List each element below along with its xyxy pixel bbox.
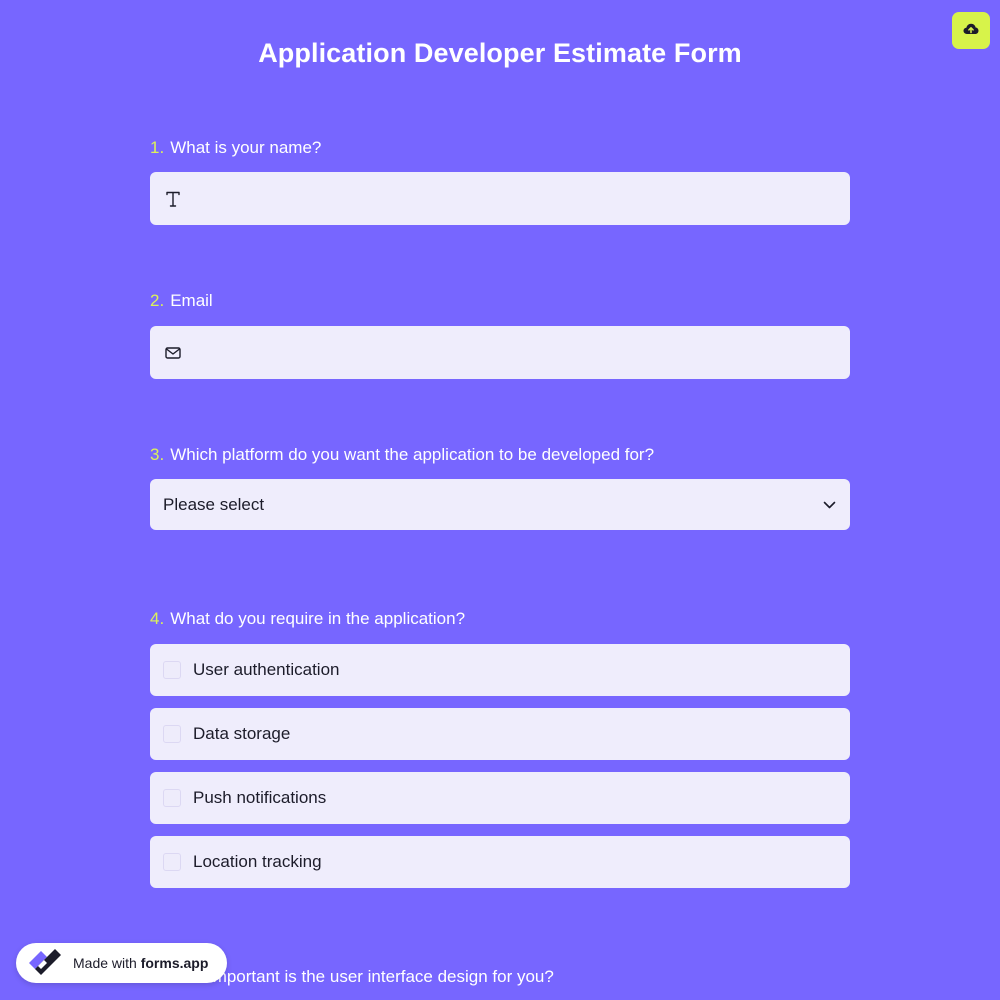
name-field[interactable] <box>150 172 850 225</box>
option-user-authentication[interactable]: User authentication <box>150 644 850 696</box>
checkbox[interactable] <box>163 725 181 743</box>
option-push-notifications[interactable]: Push notifications <box>150 772 850 824</box>
text-icon <box>162 191 184 207</box>
question-label: 3. Which platform do you want the applica… <box>150 444 850 466</box>
question-number: 2. <box>150 291 165 310</box>
question-number: 1. <box>150 138 165 157</box>
option-label: User authentication <box>193 660 340 679</box>
question-text: What do you require in the application? <box>170 609 466 628</box>
question-requirements: 4. What do you require in the application… <box>150 608 850 900</box>
made-with-badge[interactable]: Made with forms.app <box>16 943 227 983</box>
email-field[interactable] <box>150 326 850 379</box>
form-title: Application Developer Estimate Form <box>258 38 742 68</box>
question-text: How important is the user interface desi… <box>170 967 554 986</box>
option-data-storage[interactable]: Data storage <box>150 708 850 760</box>
badge-text: Made with forms.app <box>73 955 208 971</box>
question-label: 4. What do you require in the application… <box>150 608 850 630</box>
mail-icon <box>162 346 184 359</box>
brand-name: forms.app <box>140 955 209 971</box>
checkbox[interactable] <box>163 661 181 679</box>
option-label: Data storage <box>193 724 291 743</box>
cloud-upload-icon <box>963 22 979 40</box>
question-email: 2. Email <box>150 290 850 379</box>
question-label: 5.How important is the user interface de… <box>150 966 850 988</box>
options-list: User authentication Data storage Push no… <box>150 644 850 888</box>
question-label: 1. What is your name? <box>150 137 850 159</box>
option-label: Push notifications <box>193 788 327 807</box>
email-input[interactable] <box>184 326 850 379</box>
select-value: Please select <box>163 494 265 514</box>
option-label: Location tracking <box>193 852 322 871</box>
question-platform: 3. Which platform do you want the applica… <box>150 444 850 530</box>
question-text: Email <box>170 291 213 310</box>
option-location-tracking[interactable]: Location tracking <box>150 836 850 888</box>
name-input[interactable] <box>184 172 850 225</box>
chevron-down-icon <box>823 501 836 509</box>
platform-select[interactable]: Please select <box>150 479 850 530</box>
question-name: 1. What is your name? <box>150 137 850 225</box>
question-text: Which platform do you want the applicati… <box>170 445 655 464</box>
question-text: What is your name? <box>170 138 322 157</box>
question-ui-design: 5.How important is the user interface de… <box>150 966 850 988</box>
forms-app-logo-icon <box>25 947 65 979</box>
checkbox[interactable] <box>163 853 181 871</box>
checkbox[interactable] <box>163 789 181 807</box>
question-label: 2. Email <box>150 290 850 312</box>
made-with-text: Made with <box>73 955 137 971</box>
question-number: 3. <box>150 445 165 464</box>
question-number: 4. <box>150 609 165 628</box>
